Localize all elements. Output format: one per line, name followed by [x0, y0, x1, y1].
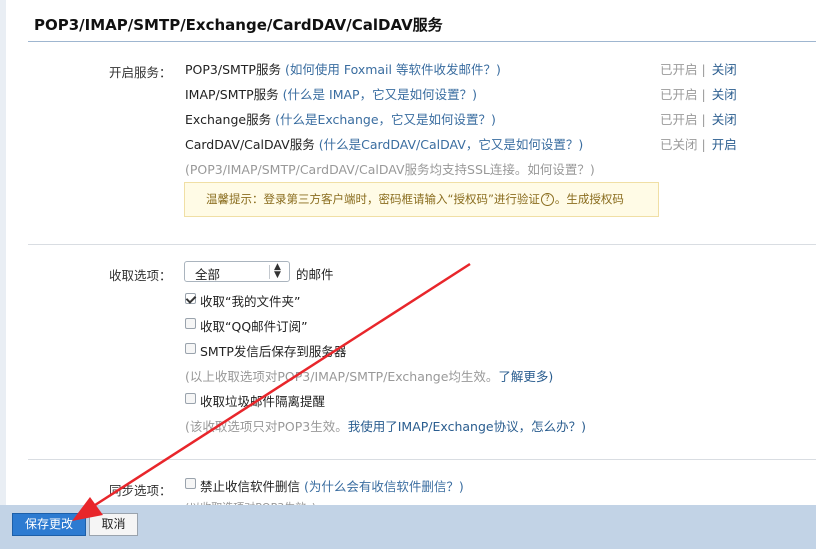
service-status-carddav: 已关闭 | 开启	[660, 134, 737, 153]
service-name: POP3/SMTP服务	[185, 62, 281, 77]
generate-auth-code-link[interactable]: 生成授权码	[566, 192, 624, 206]
checkbox-my-folders[interactable]	[185, 293, 196, 304]
service-help-link[interactable]: (什么是CardDAV/CalDAV，它又是如何设置？)	[319, 137, 583, 152]
ssl-note[interactable]: (POP3/IMAP/SMTP/CardDAV/CalDAV服务均支持SSL连接…	[185, 159, 595, 178]
service-row-carddav: CardDAV/CalDAV服务 (什么是CardDAV/CalDAV，它又是如…	[185, 134, 583, 153]
left-sidebar-edge	[0, 0, 6, 549]
service-name: IMAP/SMTP服务	[185, 87, 279, 102]
status-text: 已开启	[660, 87, 698, 102]
toggle-carddav-link[interactable]: 开启	[712, 137, 737, 152]
service-help-link[interactable]: (什么是 IMAP，它又是如何设置？)	[283, 87, 477, 102]
service-status-pop3: 已开启 | 关闭	[660, 59, 737, 78]
pop3-note: (该收取选项只对POP3生效。我使用了IMAP/Exchange协议，怎么办？)	[185, 416, 586, 435]
status-separator: |	[701, 62, 706, 77]
section-title: POP3/IMAP/SMTP/Exchange/CardDAV/CalDAV服务	[34, 16, 443, 34]
service-status-exchange: 已开启 | 关闭	[660, 109, 737, 128]
service-status-imap: 已开启 | 关闭	[660, 84, 737, 103]
save-button[interactable]: 保存更改	[12, 513, 86, 536]
learn-more-link[interactable]: 了解更多)	[498, 369, 553, 384]
title-divider	[28, 41, 816, 42]
service-row-exchange: Exchange服务 (什么是Exchange，它又是如何设置？)	[185, 109, 496, 128]
toggle-exchange-link[interactable]: 关闭	[712, 112, 737, 127]
status-separator: |	[701, 87, 706, 102]
sync-option-row: 禁止收信软件删信 (为什么会有收信软件删信？)	[200, 476, 464, 495]
status-text: 已开启	[660, 112, 698, 127]
service-help-link[interactable]: (什么是Exchange，它又是如何设置？)	[275, 112, 496, 127]
tip-text: 温馨提示：登录第三方客户端时，密码框请输入“授权码”进行验证	[206, 192, 540, 206]
receive-note: (以上收取选项对POP3/IMAP/SMTP/Exchange均生效。了解更多)	[185, 366, 553, 385]
service-name: CardDAV/CalDAV服务	[185, 137, 315, 152]
sync-options-label: 同步选项：	[109, 483, 172, 498]
services-label: 开启服务：	[109, 65, 172, 80]
cancel-button[interactable]: 取消	[89, 513, 138, 536]
tip-dot: 。	[554, 192, 567, 206]
service-name: Exchange服务	[185, 112, 272, 127]
select-suffix: 的邮件	[296, 267, 334, 282]
tip-box: 温馨提示：登录第三方客户端时，密码框请输入“授权码”进行验证? 。生成授权码	[184, 182, 659, 217]
select-caret-icon: ▲ ▼	[274, 262, 281, 280]
checkbox-qq-subscription[interactable]	[185, 318, 196, 329]
checkbox-block-delete[interactable]	[185, 478, 196, 489]
section-divider	[28, 459, 816, 460]
delete-help-link[interactable]: (为什么会有收信软件删信？)	[304, 479, 464, 494]
status-text: 已关闭	[660, 137, 698, 152]
checkbox-smtp-save[interactable]	[185, 343, 196, 354]
select-divider	[269, 265, 270, 279]
toggle-imap-link[interactable]: 关闭	[712, 87, 737, 102]
select-value: 全部	[195, 267, 221, 282]
status-separator: |	[701, 137, 706, 152]
checkbox-label: 收取“我的文件夹”	[200, 294, 301, 309]
receive-scope-select[interactable]: 全部 ▲ ▼	[184, 261, 290, 282]
status-separator: |	[701, 112, 706, 127]
checkbox-spam-alert[interactable]	[185, 393, 196, 404]
imap-exchange-help-link[interactable]: 我使用了IMAP/Exchange协议，怎么办？)	[348, 419, 586, 434]
toggle-pop3-link[interactable]: 关闭	[712, 62, 737, 77]
service-help-link[interactable]: (如何使用 Foxmail 等软件收发邮件？)	[285, 62, 501, 77]
question-icon[interactable]: ?	[540, 193, 554, 206]
checkbox-label: 收取垃圾邮件隔离提醒	[200, 394, 326, 409]
note-text: (以上收取选项对POP3/IMAP/SMTP/Exchange均生效。	[185, 369, 499, 384]
section-divider	[28, 244, 816, 245]
receive-options-label: 收取选项：	[109, 268, 172, 283]
status-text: 已开启	[660, 62, 698, 77]
checkbox-label: SMTP发信后保存到服务器	[200, 344, 347, 359]
checkbox-label: 禁止收信软件删信	[200, 479, 301, 494]
service-row-pop3: POP3/SMTP服务 (如何使用 Foxmail 等软件收发邮件？)	[185, 59, 501, 78]
checkbox-label: 收取“QQ邮件订阅”	[200, 319, 308, 334]
service-row-imap: IMAP/SMTP服务 (什么是 IMAP，它又是如何设置？)	[185, 84, 477, 103]
note-text: (该收取选项只对POP3生效。	[185, 419, 348, 434]
